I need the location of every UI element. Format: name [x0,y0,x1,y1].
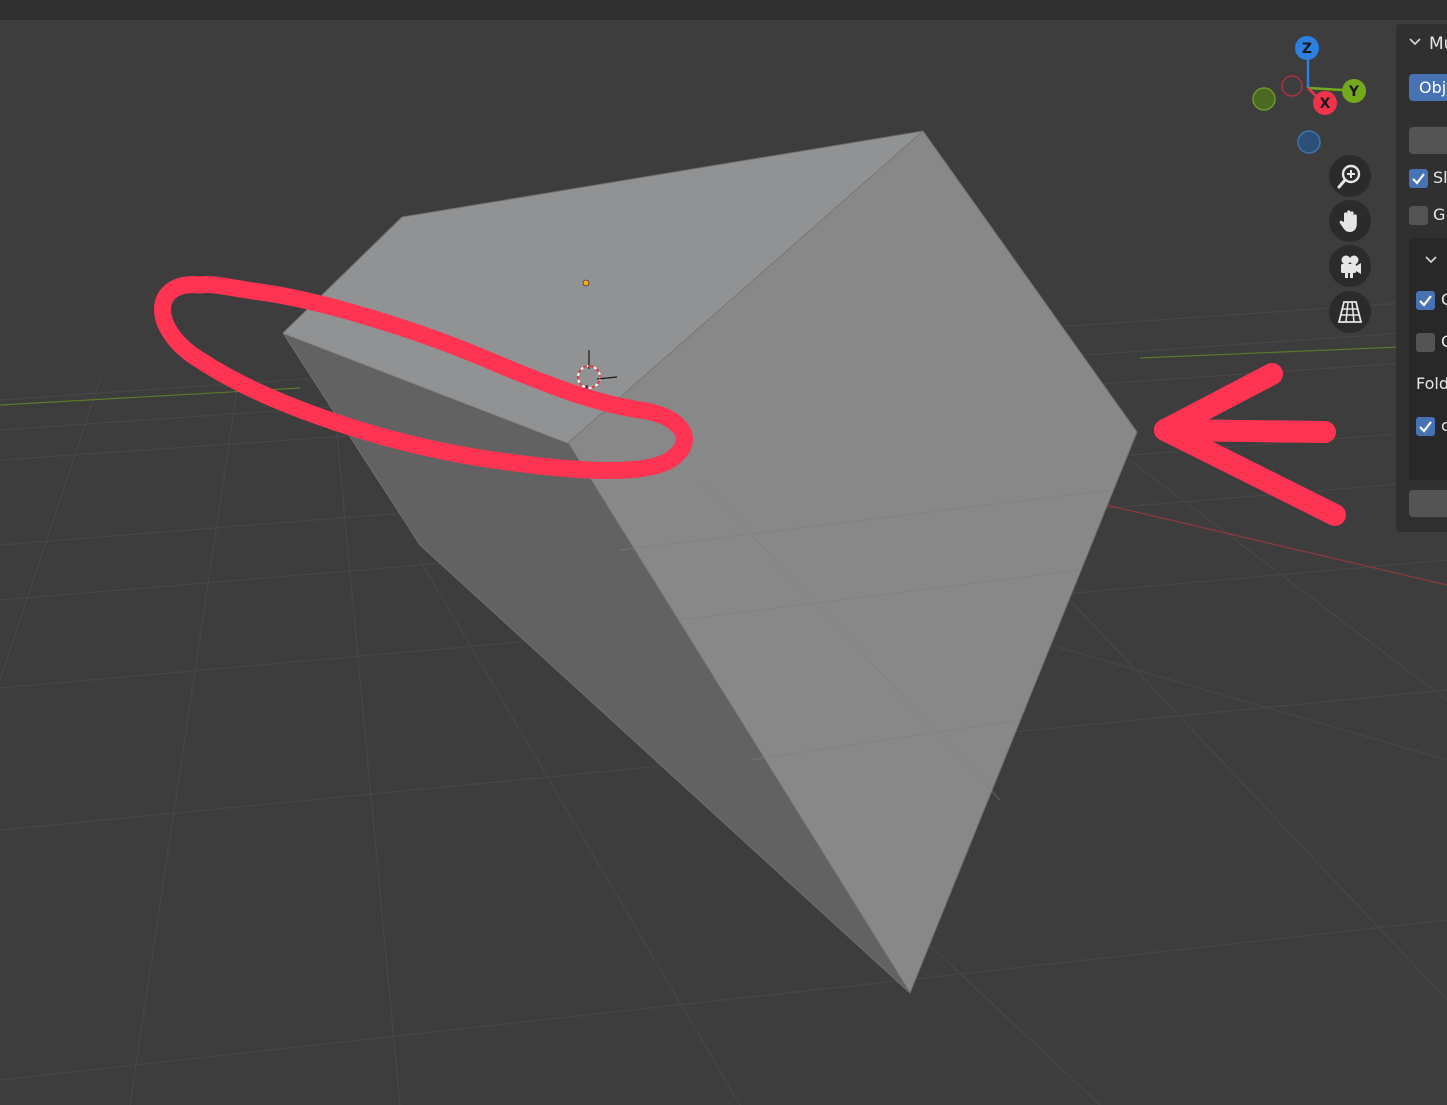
panel-collapse-chevron-icon[interactable] [1408,35,1422,49]
annotation-arrow [1154,363,1346,526]
zoom-button[interactable] [1329,155,1371,197]
check-icon [1419,421,1432,433]
object-mode-button[interactable]: Obj [1409,74,1447,101]
hand-pan-icon [1339,210,1357,232]
check-icon [1419,295,1432,307]
perspective-grid-icon [1337,301,1363,323]
subpanel-checkbox-2[interactable] [1416,333,1435,352]
viewport-scene[interactable] [0,0,1447,1105]
subpanel-checkbox-1[interactable] [1416,291,1435,310]
camera-icon [1341,255,1361,278]
fold-label: Fold [1416,374,1447,393]
checkbox-g-label: G [1433,205,1446,224]
mesh-object [282,130,1138,994]
subpanel-checkbox-3[interactable] [1416,417,1435,436]
toggle-perspective-button[interactable] [1329,291,1371,333]
object-origin [582,279,590,287]
3d-viewport[interactable]: Z Y X M Obj Sl G C C Fold c [0,0,1447,1105]
subpanel-chevron-icon[interactable] [1424,253,1438,267]
gizmo-x-label: X [1320,96,1331,112]
checkbox-g[interactable] [1409,206,1428,225]
checkbox-sl-label: Sl [1433,168,1447,187]
subpanel-checkbox-2-label: C [1441,332,1447,351]
subpanel-checkbox-1-label: C [1441,290,1447,309]
subpanel: C C Fold c [1409,238,1447,480]
subpanel-checkbox-3-label: c [1441,416,1447,435]
camera-view-button[interactable] [1329,245,1371,287]
panel-title: Mu [1429,34,1447,54]
panel-button-1[interactable] [1409,127,1447,154]
check-icon [1412,173,1425,185]
pan-button[interactable] [1329,200,1371,242]
navigation-gizmo[interactable]: Z Y X [1240,30,1370,160]
gizmo-neg-z [1297,130,1321,154]
sidebar-panel: Mu Obj Sl G C C Fold c [1396,24,1447,532]
gizmo-y-label: Y [1348,84,1360,100]
zoom-icon [1337,164,1361,189]
gizmo-neg-x [1281,75,1303,97]
gizmo-z-label: Z [1302,41,1312,57]
checkbox-sl[interactable] [1409,169,1428,188]
gizmo-neg-y [1252,87,1276,111]
panel-button-2[interactable] [1409,490,1447,517]
